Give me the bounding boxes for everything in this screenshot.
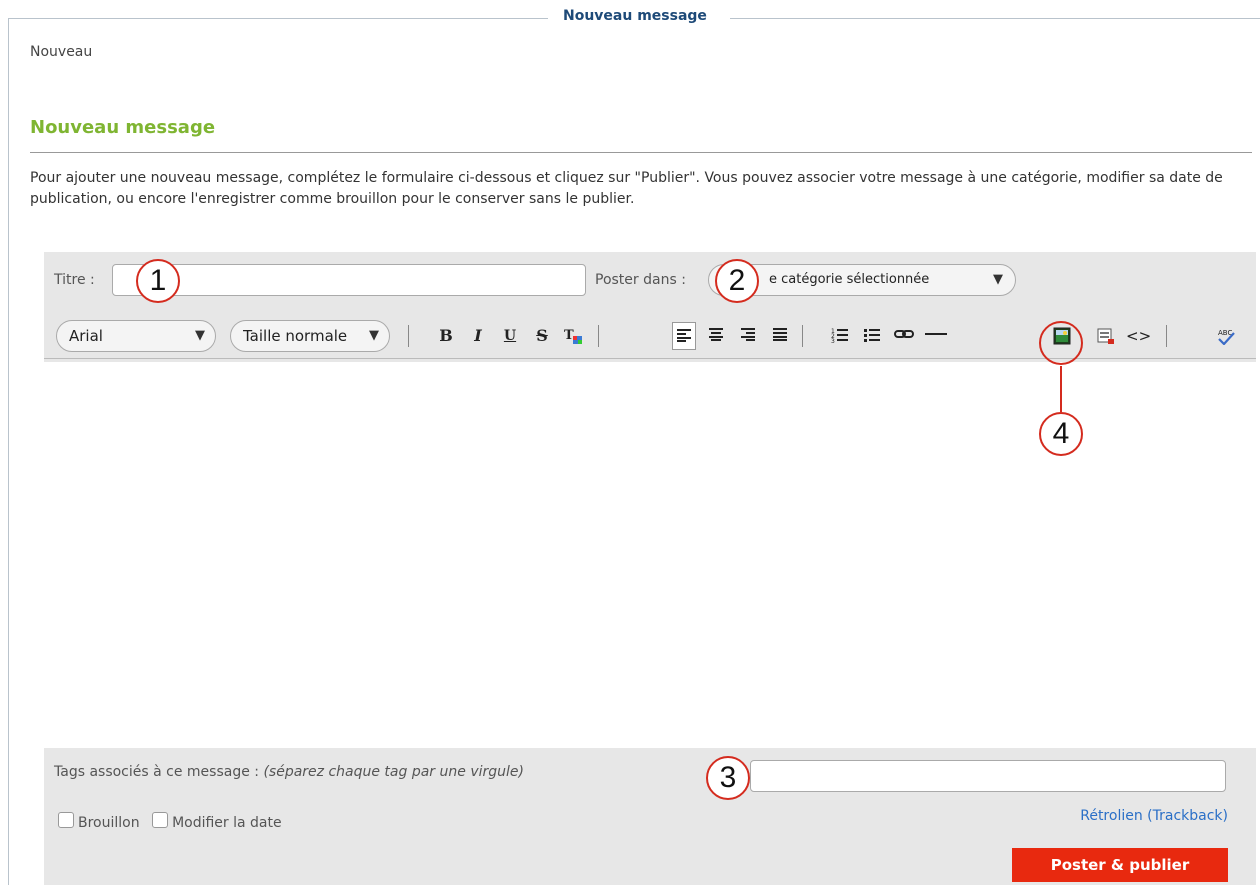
align-left-button[interactable] [672, 322, 696, 350]
unordered-list-icon [864, 329, 880, 342]
options-row: Brouillon Modifier la date [58, 812, 282, 831]
align-left-icon [677, 329, 691, 342]
toolbar-separator [598, 325, 599, 347]
bold-button[interactable]: B [434, 322, 458, 350]
ordered-list-icon: 123 [831, 328, 848, 343]
callout-1: 1 [136, 259, 180, 303]
italic-button[interactable]: I [466, 322, 490, 350]
page-title: Nouveau message [30, 117, 216, 138]
toolbar-separator [408, 325, 409, 347]
svg-text:T: T [564, 328, 574, 343]
title-row: Titre : Poster dans : e catégorie sélect… [44, 252, 1256, 308]
edit-date-label: Modifier la date [172, 815, 282, 831]
callout-2: 2 [715, 259, 759, 303]
callout-4: 4 [1039, 412, 1083, 456]
align-center-button[interactable] [704, 322, 728, 350]
callout-3: 3 [706, 756, 750, 800]
toolbar-separator [1166, 325, 1167, 347]
tags-label: Tags associés à ce message : (séparez ch… [54, 764, 524, 780]
align-center-icon [709, 328, 723, 341]
font-family-select[interactable]: Arial ▼ [56, 320, 216, 352]
post-in-label: Poster dans : [595, 272, 686, 288]
fieldset-border-top-left [8, 18, 548, 19]
ordered-list-button[interactable]: 123 [828, 322, 852, 350]
fieldset-border-top-right [730, 18, 1260, 19]
publish-button[interactable]: Poster & publier [1012, 848, 1228, 882]
horizontal-rule-icon [925, 333, 947, 335]
source-code-button[interactable]: <> [1126, 322, 1151, 350]
strikethrough-button[interactable]: S [530, 322, 554, 350]
text-color-button[interactable]: T [562, 322, 586, 350]
text-color-icon: T [564, 328, 582, 344]
horizontal-rule-button[interactable] [924, 322, 948, 350]
insert-media-button[interactable] [1094, 322, 1118, 350]
chevron-down-icon: ▼ [993, 272, 1003, 287]
draft-checkbox[interactable] [58, 812, 74, 828]
fieldset-border-left [8, 18, 9, 885]
breadcrumb: Nouveau [30, 44, 93, 60]
spellcheck-icon: ABC [1218, 329, 1235, 345]
tags-input[interactable] [750, 760, 1226, 792]
category-selected-text: e catégorie sélectionnée [769, 272, 930, 287]
callout-4-ring [1039, 321, 1083, 365]
chevron-down-icon: ▼ [369, 328, 379, 343]
chevron-down-icon: ▼ [195, 328, 205, 343]
spellcheck-button[interactable]: ABC [1214, 322, 1238, 350]
intro-text: Pour ajouter une nouveau message, complé… [30, 170, 1223, 207]
trackback-link[interactable]: Rétrolien (Trackback) [1080, 808, 1228, 824]
unordered-list-button[interactable] [860, 322, 884, 350]
callout-connector [1060, 366, 1062, 412]
title-label: Titre : [54, 272, 95, 288]
fieldset-legend: Nouveau message [563, 8, 707, 24]
align-justify-icon [773, 328, 787, 341]
toolbar-separator [802, 325, 803, 347]
font-family-value: Arial [69, 327, 103, 345]
align-right-button[interactable] [736, 322, 760, 350]
svg-text:3: 3 [831, 338, 835, 343]
edit-date-checkbox[interactable] [152, 812, 169, 828]
title-divider [30, 152, 1252, 153]
font-size-select[interactable]: Taille normale ▼ [230, 320, 390, 352]
tags-hint: (séparez chaque tag par une virgule) [263, 764, 524, 780]
align-justify-button[interactable] [768, 322, 792, 350]
link-icon [894, 330, 914, 338]
tags-label-text: Tags associés à ce message : [54, 764, 259, 780]
media-icon [1097, 328, 1114, 344]
link-button[interactable] [892, 322, 916, 350]
font-size-value: Taille normale [243, 327, 348, 345]
title-input[interactable] [112, 264, 586, 296]
align-right-icon [741, 328, 755, 341]
underline-button[interactable]: U [498, 322, 522, 350]
draft-label: Brouillon [78, 815, 140, 831]
